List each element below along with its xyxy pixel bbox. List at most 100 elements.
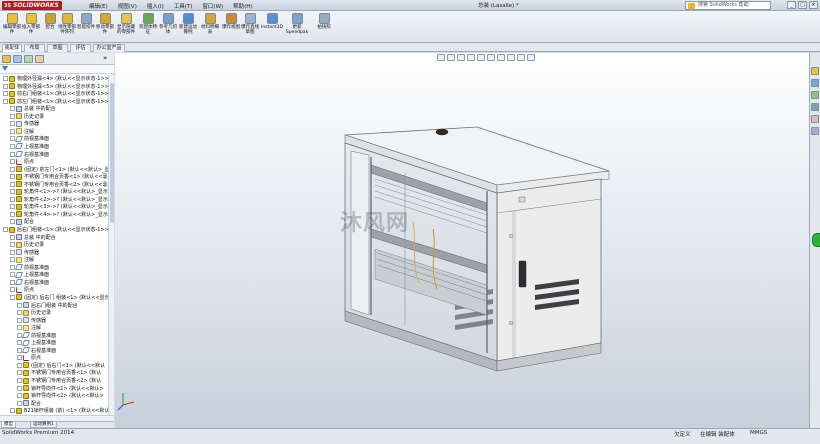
tree-item[interactable]: 轮角件<1>->? (默认<<默认>_显示 — [10, 188, 108, 195]
tree-item[interactable]: 前视基准面 — [10, 264, 49, 271]
tree-item[interactable]: 右视基准面 — [10, 151, 49, 158]
restore-button[interactable]: □ — [798, 1, 807, 9]
view-palette-icon[interactable] — [811, 103, 819, 111]
expand-icon[interactable] — [3, 76, 8, 81]
tree-item[interactable]: (固定) 后右门<1> (默认<<默认 — [17, 362, 105, 369]
expand-icon[interactable] — [10, 408, 15, 414]
expand-icon[interactable] — [17, 325, 22, 331]
ribbon-button-4[interactable]: 智能扣件 — [76, 13, 96, 30]
tab-1[interactable]: 布局 — [24, 44, 45, 52]
appearances-icon[interactable] — [811, 115, 819, 123]
graphics-area[interactable]: 沐风网 — [115, 53, 809, 428]
close-button[interactable]: × — [809, 1, 818, 9]
ribbon-button-13[interactable]: Instant3D — [261, 13, 283, 30]
menu-item-0[interactable]: 编辑(E) — [86, 1, 111, 11]
display-manager-icon[interactable] — [35, 55, 44, 63]
expand-icon[interactable] — [10, 174, 15, 180]
tree-item[interactable]: 上视基准面 — [10, 271, 49, 278]
help-search-input[interactable]: 搜索 SolidWorks 帮助 — [685, 1, 771, 10]
expand-icon[interactable] — [10, 287, 15, 293]
expand-icon[interactable] — [10, 249, 15, 255]
tree-item[interactable]: 原点 — [10, 158, 34, 165]
tree-item[interactable]: 总装 中的配合 — [10, 234, 56, 241]
ribbon-button-3[interactable]: 线性零部件阵列 — [57, 13, 77, 35]
tree-item[interactable]: (固定) 后右门 组装<1> (默认<<显示状 — [10, 294, 108, 301]
tree-item[interactable]: 前视基准面 — [10, 135, 49, 142]
tree-item[interactable]: 原点 — [10, 286, 34, 293]
ribbon-button-8[interactable]: 参考几何体 — [158, 13, 178, 35]
ribbon-button-12[interactable]: 爆炸直线草图 — [240, 13, 260, 35]
tree-item[interactable]: 传感器 — [10, 120, 39, 127]
expand-icon[interactable] — [10, 196, 15, 202]
task-pane-toggle-button[interactable] — [812, 233, 820, 247]
tree-item[interactable]: 注解 — [10, 128, 34, 135]
unit-system[interactable]: MMGS — [750, 430, 767, 436]
expand-icon[interactable] — [17, 400, 22, 406]
tree-item[interactable]: 注解 — [10, 256, 34, 263]
expand-icon[interactable] — [10, 189, 15, 195]
tree-item[interactable]: 轮角件<4>->? (默认<<默认>_显示 — [10, 211, 108, 218]
expand-icon[interactable] — [17, 378, 22, 383]
custom-properties-icon[interactable] — [811, 127, 819, 135]
expand-icon[interactable] — [17, 393, 22, 399]
expand-icon[interactable] — [10, 166, 15, 172]
expand-icon[interactable] — [10, 234, 15, 240]
tree-item[interactable]: 后右门组装 中的配合 — [17, 302, 78, 309]
feature-tree-icon[interactable] — [2, 55, 11, 63]
expand-icon[interactable] — [10, 128, 15, 134]
expand-icon[interactable] — [10, 257, 15, 263]
menu-item-2[interactable]: 插入(I) — [144, 1, 167, 11]
tree-item[interactable]: 传感器 — [10, 249, 39, 256]
tree-item[interactable]: 配合 — [10, 218, 34, 225]
minimize-button[interactable]: _ — [787, 1, 796, 9]
ribbon-button-0[interactable]: 编辑零部件 — [2, 13, 22, 35]
expand-icon[interactable] — [10, 211, 15, 217]
cabinet-model[interactable] — [115, 53, 809, 428]
expand-icon[interactable] — [10, 121, 15, 127]
configuration-manager-icon[interactable] — [24, 55, 33, 63]
tree-item[interactable]: 轮角件<3>->? (默认<<默认>_显示 — [10, 203, 108, 210]
expand-icon[interactable] — [10, 181, 15, 187]
expand-icon[interactable] — [17, 310, 22, 316]
tree-item[interactable]: 历史记录 — [17, 309, 51, 316]
tree-item[interactable]: 上视基准面 — [10, 143, 49, 150]
menu-item-3[interactable]: 工具(T) — [171, 1, 196, 11]
expand-icon[interactable] — [17, 385, 22, 391]
scrollbar-thumb[interactable] — [110, 83, 114, 223]
tab-0[interactable]: 装配体 — [2, 44, 22, 52]
panel-expand-icon[interactable]: » — [103, 55, 112, 63]
expand-icon[interactable] — [17, 370, 22, 376]
tree-item[interactable]: 右视基准面 — [17, 347, 56, 354]
property-manager-icon[interactable] — [13, 55, 22, 63]
menu-item-1[interactable]: 视图(V) — [115, 1, 140, 11]
design-library-icon[interactable] — [811, 79, 819, 87]
expand-icon[interactable] — [10, 159, 15, 165]
tree-item[interactable]: 传感器 — [17, 317, 46, 324]
menu-item-4[interactable]: 窗口(W) — [199, 1, 226, 11]
tree-filter[interactable] — [0, 65, 114, 74]
tree-item[interactable]: 前左门组装<1> (默认<<显示状态-1>>) — [3, 98, 108, 105]
expand-icon[interactable] — [10, 219, 15, 225]
tree-item[interactable]: 原点 — [17, 354, 41, 361]
expand-icon[interactable] — [3, 227, 8, 232]
ribbon-button-5[interactable]: 移动零部件 — [95, 13, 115, 35]
expand-icon[interactable] — [10, 113, 15, 119]
ribbon-button-15[interactable]: 拍快照 — [314, 13, 334, 30]
file-explorer-icon[interactable] — [811, 91, 819, 99]
expand-icon[interactable] — [10, 106, 15, 112]
tree-item[interactable]: 右视基准面 — [10, 279, 49, 286]
tree-item[interactable]: 后右门组装<1> (默认<<显示状态-1>>) — [3, 226, 108, 233]
tree-item[interactable]: 注解 — [17, 324, 41, 331]
ribbon-button-14[interactable]: 更新Speedpak — [286, 13, 308, 35]
ribbon-button-9[interactable]: 新建运动算例 — [178, 13, 198, 35]
expand-icon[interactable] — [3, 83, 8, 89]
tree-item[interactable]: 不锈钢门专用合页香<2> (默认<<毫 — [10, 181, 107, 188]
expand-icon[interactable] — [10, 242, 15, 248]
tree-item[interactable]: 历史记录 — [10, 241, 44, 248]
tree-item[interactable]: 锁杆导向件<1> (默认<<默认> — [17, 385, 104, 392]
expand-icon[interactable] — [17, 362, 22, 368]
expand-icon[interactable] — [17, 302, 22, 308]
tree-item[interactable]: 物理外径漏<4> (默认<<显示状态-1>>) — [3, 75, 108, 82]
solidworks-logo[interactable]: 3S SOLIDWORKS — [2, 1, 62, 10]
tree-item[interactable]: 轮角件<2>->? (默认<<默认>_显示 — [10, 196, 108, 203]
